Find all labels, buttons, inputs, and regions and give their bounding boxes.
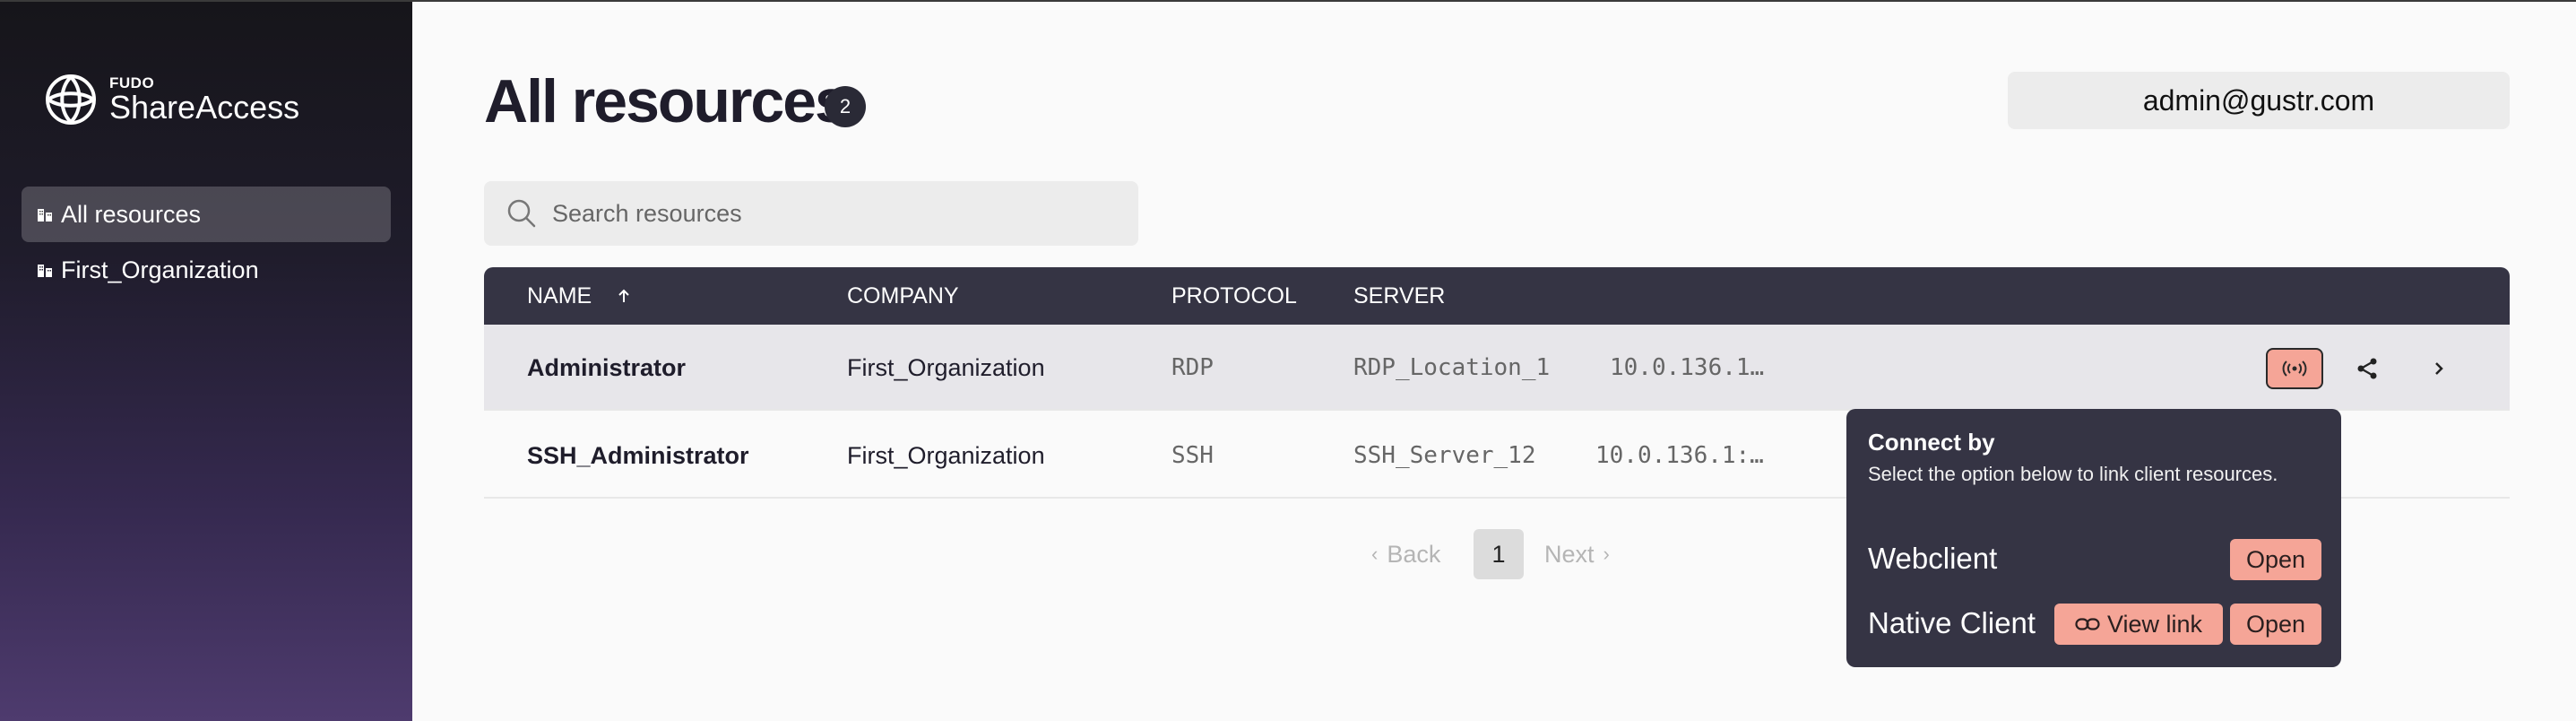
- brand-logo[interactable]: FUDO ShareAccess: [43, 72, 299, 127]
- webclient-label: Webclient: [1868, 542, 1998, 575]
- connect-by-popover: Connect by Select the option below to li…: [1846, 409, 2341, 667]
- popover-title: Connect by: [1868, 429, 1995, 456]
- chevron-right-icon: [2435, 362, 2443, 375]
- resource-company: First_Organization: [847, 353, 1045, 381]
- search-input[interactable]: [552, 199, 1090, 228]
- pagination-page-1[interactable]: 1: [1474, 529, 1524, 579]
- chevron-left-icon: ‹: [1371, 543, 1379, 565]
- page-title: All resources: [484, 67, 849, 135]
- window-top-border: [0, 0, 2576, 2]
- search-icon: [507, 199, 536, 228]
- resource-name: SSH_Administrator: [527, 441, 749, 469]
- resource-protocol: RDP: [1171, 354, 1214, 381]
- column-header-name[interactable]: NAME: [527, 267, 633, 325]
- table-header: NAME COMPANY PROTOCOL SERVER: [484, 267, 2510, 325]
- table-row[interactable]: Administrator First_Organization RDP RDP…: [484, 325, 2510, 411]
- popover-description: Select the option below to link client r…: [1868, 463, 2278, 485]
- view-link-label: View link: [2106, 610, 2203, 638]
- link-icon: [2075, 618, 2100, 630]
- pagination-next-button[interactable]: Next ›: [1544, 529, 1610, 579]
- webclient-open-button[interactable]: Open: [2230, 539, 2321, 580]
- share-button[interactable]: [2347, 348, 2388, 389]
- pagination-back-label: Back: [1387, 540, 1441, 568]
- building-icon: [38, 265, 52, 277]
- column-header-company[interactable]: COMPANY: [847, 267, 959, 325]
- resource-address: 10.0.136.1:…: [1595, 442, 1764, 469]
- resource-server: RDP_Location_1: [1353, 354, 1551, 381]
- row-details-button[interactable]: [2418, 348, 2459, 389]
- resource-count-badge: 2: [825, 86, 866, 127]
- connect-button[interactable]: [2266, 348, 2323, 389]
- share-icon: [2357, 358, 2377, 379]
- user-menu-button[interactable]: admin@gustr.com: [2008, 72, 2510, 129]
- resource-protocol: SSH: [1171, 442, 1214, 469]
- pagination-back-button[interactable]: ‹ Back: [1371, 529, 1440, 579]
- brand-name: ShareAccess: [109, 88, 300, 126]
- column-header-server[interactable]: SERVER: [1353, 267, 1445, 325]
- column-header-label: NAME: [527, 282, 592, 308]
- chevron-right-icon: ›: [1603, 543, 1610, 565]
- native-client-label: Native Client: [1868, 606, 2036, 639]
- sidebar-item-all-resources[interactable]: All resources: [22, 187, 391, 242]
- pagination-next-label: Next: [1544, 540, 1595, 568]
- brand-small-text: FUDO: [109, 74, 155, 91]
- resource-company: First_Organization: [847, 441, 1045, 469]
- column-header-protocol[interactable]: PROTOCOL: [1171, 267, 1297, 325]
- resource-server: SSH_Server_12: [1353, 442, 1536, 469]
- broadcast-icon: [2282, 360, 2307, 377]
- sidebar-item-label: All resources: [61, 200, 202, 228]
- native-client-open-button[interactable]: Open: [2230, 604, 2321, 645]
- resource-address: 10.0.136.1…: [1610, 354, 1765, 381]
- sidebar: FUDO ShareAccess All resources First_Org…: [0, 0, 412, 721]
- arrow-up-icon: [618, 289, 629, 302]
- view-link-button[interactable]: View link: [2054, 604, 2223, 645]
- search-bar[interactable]: [484, 181, 1138, 246]
- sidebar-item-label: First_Organization: [61, 256, 259, 283]
- sidebar-item-first-organization[interactable]: First_Organization: [22, 242, 391, 298]
- building-icon: [38, 209, 52, 222]
- fudo-logo-icon: [46, 74, 96, 125]
- resource-name: Administrator: [527, 353, 687, 381]
